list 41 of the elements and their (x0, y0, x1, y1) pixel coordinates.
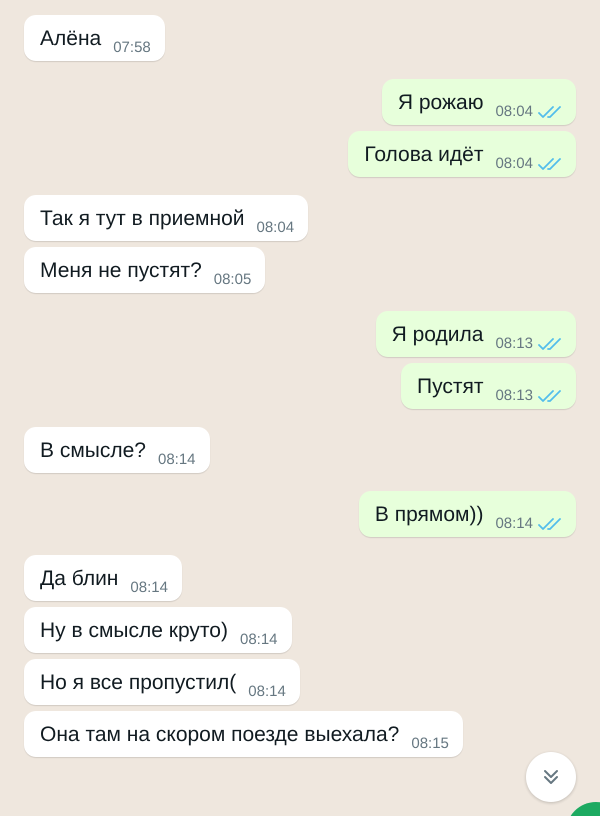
received-message-bubble[interactable]: В смысле? 08:14 (24, 427, 210, 473)
message-time: 08:13 (495, 387, 533, 405)
sent-message-bubble[interactable]: В прямом)) 08:14 (358, 491, 576, 537)
message-time: 08:04 (495, 155, 533, 173)
message-text: Я рожаю (398, 90, 484, 116)
message-text: Ну в смысле круто) (40, 618, 228, 644)
message-text: Голова идёт (364, 142, 484, 168)
received-message-bubble[interactable]: Так я тут в приемной 08:04 (24, 195, 308, 241)
message-time: 08:14 (240, 631, 278, 649)
message-text: Так я тут в приемной (40, 206, 244, 232)
sent-message-bubble[interactable]: Я родила 08:13 (376, 311, 576, 357)
received-message-bubble[interactable]: Но я все пропустил( 08:14 (24, 659, 300, 705)
received-message-bubble[interactable]: Да блин 08:14 (24, 555, 182, 601)
message-text: Но я все пропустил( (40, 670, 236, 696)
received-message-bubble[interactable]: Алёна 07:58 (24, 15, 165, 61)
sent-message-bubble[interactable]: Пустят 08:13 (400, 363, 576, 409)
double-chevron-down-icon (541, 767, 561, 787)
message-text: В прямом)) (374, 502, 484, 528)
message-text: Я родила (392, 322, 484, 348)
received-message-bubble[interactable]: Ну в смысле круто) 08:14 (24, 607, 292, 653)
received-message-bubble[interactable]: Она там на скором поезде выехала? 08:15 (24, 711, 463, 757)
message-time: 08:14 (495, 515, 533, 533)
scroll-down-button[interactable] (526, 752, 576, 802)
message-text: Она там на скором поезде выехала? (40, 722, 400, 748)
message-time: 08:04 (495, 103, 533, 121)
message-time: 08:14 (248, 683, 286, 701)
message-text: Алёна (40, 26, 102, 52)
message-time: 08:14 (130, 579, 168, 597)
sent-message-bubble[interactable]: Я рожаю 08:04 (382, 79, 576, 125)
message-time: 08:04 (256, 219, 294, 237)
message-text: Меня не пустят? (40, 258, 202, 284)
message-time: 08:15 (411, 735, 449, 753)
message-time: 08:05 (214, 271, 252, 289)
message-text: Да блин (40, 566, 118, 592)
message-time: 08:13 (495, 335, 533, 353)
received-message-bubble[interactable]: Меня не пустят? 08:05 (24, 247, 266, 293)
sent-message-bubble[interactable]: Голова идёт 08:04 (348, 131, 576, 177)
message-time: 07:58 (113, 39, 151, 57)
message-text: В смысле? (40, 438, 146, 464)
message-text: Пустят (416, 374, 484, 400)
message-time: 08:14 (158, 451, 196, 469)
